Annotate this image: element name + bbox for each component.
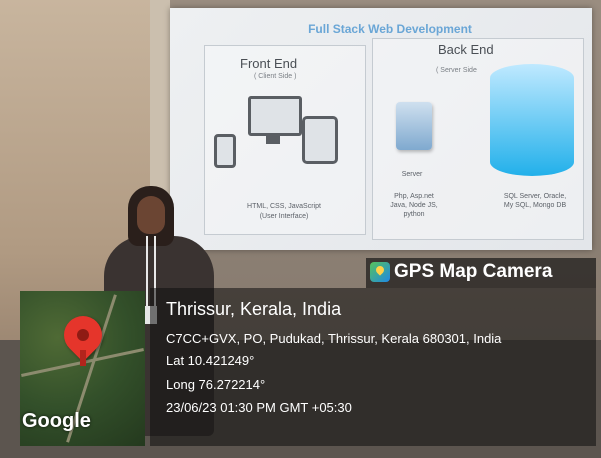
server-tech-line-1: Php, Asp.net xyxy=(394,193,434,200)
google-logo: Google xyxy=(22,410,91,432)
back-end-subheading: ( Server Side xyxy=(436,67,477,74)
place-name: Thrissur, Kerala, India xyxy=(166,299,342,319)
date-time: 23/06/23 01:30 PM GMT +05:30 xyxy=(166,400,352,415)
phone-icon xyxy=(214,134,236,168)
slide-title: Full Stack Web Development xyxy=(308,22,472,36)
latitude: Lat 10.421249° xyxy=(166,353,255,368)
gps-app-name: GPS Map Camera xyxy=(394,261,553,282)
server-tech-line-2: Java, Node JS, xyxy=(390,202,438,209)
back-end-heading: Back End xyxy=(438,42,494,57)
monitor-icon xyxy=(248,96,302,136)
front-end-subheading: ( Client Side ) xyxy=(254,73,297,80)
database-tech-line-1: SQL Server, Oracle, xyxy=(503,193,567,200)
front-end-caption: (User Interface) xyxy=(259,213,309,220)
location-pin-center xyxy=(77,329,89,341)
front-end-technologies: HTML, CSS, JavaScript xyxy=(247,203,321,210)
database-tech-line-2: My SQL, Mongo DB xyxy=(503,202,567,209)
longitude: Long 76.272214° xyxy=(166,377,266,392)
server-label: Server xyxy=(401,171,423,178)
presenter-face xyxy=(137,196,165,234)
map-camera-icon xyxy=(370,262,390,282)
server-tech-line-3: python xyxy=(403,211,425,218)
address: C7CC+GVX, PO, Pudukad, Thrissur, Kerala … xyxy=(166,331,502,346)
server-icon xyxy=(396,102,432,150)
monitor-stand-icon xyxy=(266,136,280,144)
tablet-icon xyxy=(302,116,338,164)
front-end-heading: Front End xyxy=(240,56,298,71)
location-pin-tail xyxy=(80,350,86,366)
database-icon xyxy=(490,64,574,176)
